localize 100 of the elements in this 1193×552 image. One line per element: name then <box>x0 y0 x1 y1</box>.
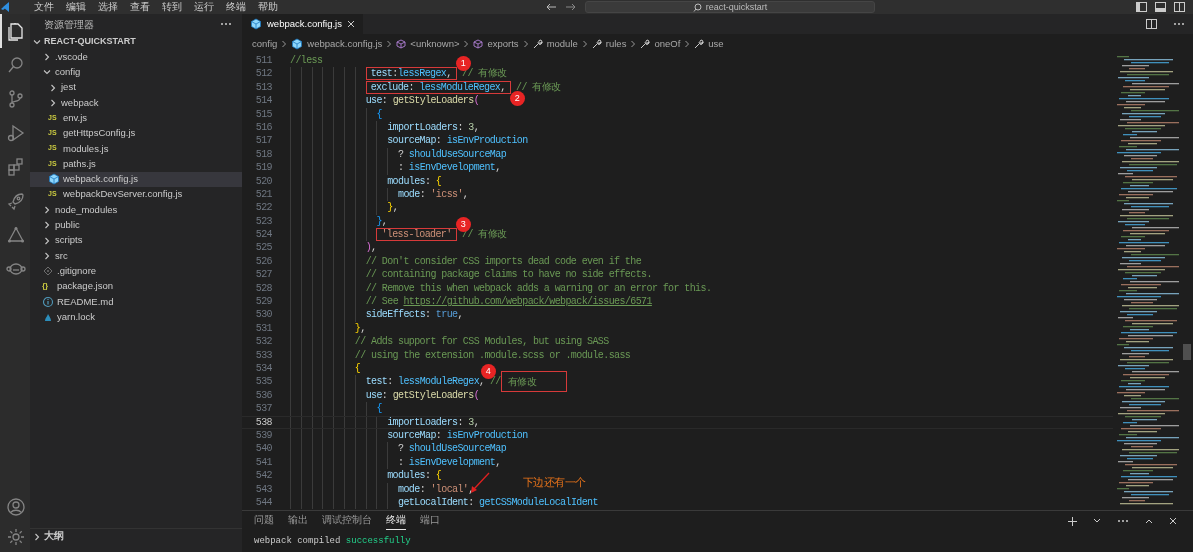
chevron-icon[interactable] <box>42 250 52 261</box>
run-debug-icon[interactable] <box>6 123 26 143</box>
file-item[interactable]: webpack.config.js <box>30 171 242 187</box>
account-icon[interactable] <box>6 497 26 517</box>
code-line: // See https://github.com/webpack/webpack/issues/6571 <box>365 295 652 309</box>
search-icon[interactable] <box>6 55 26 75</box>
line-number: 525 <box>254 241 273 255</box>
breadcrumb-item[interactable]: exports <box>487 36 519 52</box>
code-line: : isEnvDevelopment, <box>398 161 501 175</box>
line-number: 532 <box>254 335 273 349</box>
chevron-icon[interactable] <box>48 82 58 93</box>
back-arrow-icon[interactable] <box>545 2 557 12</box>
more-icon[interactable] <box>1117 519 1129 523</box>
rocket-icon[interactable] <box>6 191 26 211</box>
breadcrumb-item[interactable]: rules <box>605 36 627 52</box>
folder-item[interactable]: config <box>30 64 242 80</box>
menu-item[interactable]: 编辑 <box>60 0 92 14</box>
code-line: sourceMap: isEnvProduction <box>387 134 528 148</box>
chevron-up-icon[interactable] <box>1145 518 1153 524</box>
folder-item[interactable]: jest <box>30 79 242 96</box>
search-field[interactable]: react-quickstart <box>585 1 875 13</box>
breadcrumb-item[interactable]: module <box>546 36 578 52</box>
chevron-icon[interactable] <box>42 235 52 246</box>
line-number: 543 <box>254 482 273 496</box>
breadcrumb-item[interactable]: webpack.config.js <box>307 36 383 52</box>
menu-item[interactable]: 文件 <box>28 0 60 14</box>
file-item[interactable]: .gitignore <box>30 263 242 279</box>
menu-item[interactable]: 选择 <box>92 0 124 14</box>
settings-icon[interactable] <box>6 527 26 547</box>
more-icon[interactable] <box>220 22 232 26</box>
folder-item[interactable]: node_modules <box>30 202 242 218</box>
sidebar-layout-icon[interactable] <box>1136 2 1147 12</box>
breadcrumb-item[interactable]: use <box>708 36 724 52</box>
folder-item[interactable]: scripts <box>30 232 242 249</box>
chevron-icon <box>386 40 393 48</box>
outline-section[interactable]: 大纲 <box>30 528 242 544</box>
code-line: // Adds support for CSS Modules, but using SASS <box>354 335 609 349</box>
app-logo-icon <box>0 1 12 13</box>
line-number: 516 <box>254 120 273 135</box>
plus-icon[interactable] <box>1068 516 1077 526</box>
wrench-icon <box>532 39 543 49</box>
chevron-icon[interactable] <box>42 220 52 231</box>
folder-item[interactable]: src <box>30 248 242 264</box>
menu-item[interactable]: 查看 <box>124 0 156 14</box>
close-icon[interactable] <box>347 20 355 28</box>
line-number: 531 <box>254 321 273 336</box>
chevron-icon[interactable] <box>42 204 52 215</box>
split-editor-icon[interactable] <box>1146 19 1157 29</box>
line-number: 517 <box>254 134 273 148</box>
panel-tab[interactable]: 终端 <box>386 512 406 530</box>
code-line: ), <box>365 241 377 255</box>
breadcrumb-item[interactable]: <unknown> <box>410 36 460 52</box>
menu-item[interactable]: 转到 <box>156 0 188 14</box>
forward-arrow-icon[interactable] <box>565 2 577 12</box>
panel-layout-icon[interactable] <box>1155 2 1166 12</box>
files-icon[interactable] <box>6 21 26 41</box>
line-number: 526 <box>254 254 273 269</box>
triangle-icon[interactable] <box>6 225 26 245</box>
terminal-line: webpack compiled successfully <box>253 535 412 548</box>
chevron-icon[interactable] <box>48 97 58 108</box>
panel-tab[interactable]: 问题 <box>254 512 274 530</box>
line-number: 515 <box>254 107 273 121</box>
panel-tab[interactable]: 输出 <box>288 512 308 530</box>
close-icon[interactable] <box>1169 517 1177 525</box>
menu-item[interactable]: 帮助 <box>252 0 284 14</box>
extensions-icon[interactable] <box>6 157 26 177</box>
editor-tab[interactable]: webpack.config.js <box>242 14 363 34</box>
code-line: // Remove this when webpack adds a warning or an error for this. <box>365 281 712 296</box>
panel-tab[interactable]: 调试控制台 <box>322 512 372 530</box>
line-number: 512 <box>254 67 273 81</box>
line-number: 524 <box>254 228 273 242</box>
branch-icon[interactable] <box>6 89 26 109</box>
chevron-icon[interactable] <box>42 51 52 62</box>
line-number: 511 <box>254 54 273 68</box>
file-item[interactable]: {} package.json <box>30 278 242 295</box>
folder-item[interactable]: .vscode <box>30 49 242 65</box>
code-line: { <box>354 362 361 376</box>
menu-item[interactable]: 运行 <box>188 0 220 14</box>
annotation-box: test:lessRegex, <box>365 67 457 81</box>
panel-tab[interactable]: 端口 <box>420 512 440 530</box>
breadcrumb-item[interactable]: config <box>252 36 278 52</box>
breadcrumb-item[interactable]: oneOf <box>654 36 681 52</box>
search-icon <box>692 2 702 12</box>
file-item[interactable]: yarn.lock <box>30 309 242 325</box>
line-number: 533 <box>254 348 273 362</box>
more-icon[interactable] <box>1173 22 1185 26</box>
folder-item[interactable]: public <box>30 217 242 233</box>
file-item[interactable]: README.md <box>30 294 242 310</box>
code-line: // using the extension .module.scss or .module.sass <box>354 348 631 362</box>
menu-item[interactable]: 终端 <box>220 0 252 14</box>
chevron-down-icon[interactable] <box>1093 518 1101 524</box>
code-line: ? shouldUseSourceMap <box>398 442 507 456</box>
line-number: 521 <box>254 187 273 202</box>
project-root-item[interactable]: REACT-QUICKSTART <box>30 34 242 50</box>
split-layout-icon[interactable] <box>1174 2 1185 12</box>
folder-item[interactable]: webpack <box>30 95 242 111</box>
code-line: }, <box>354 321 366 336</box>
line-number: 520 <box>254 174 273 188</box>
chevron-icon[interactable] <box>32 531 42 542</box>
scrollbar-thumb[interactable] <box>1183 344 1191 360</box>
